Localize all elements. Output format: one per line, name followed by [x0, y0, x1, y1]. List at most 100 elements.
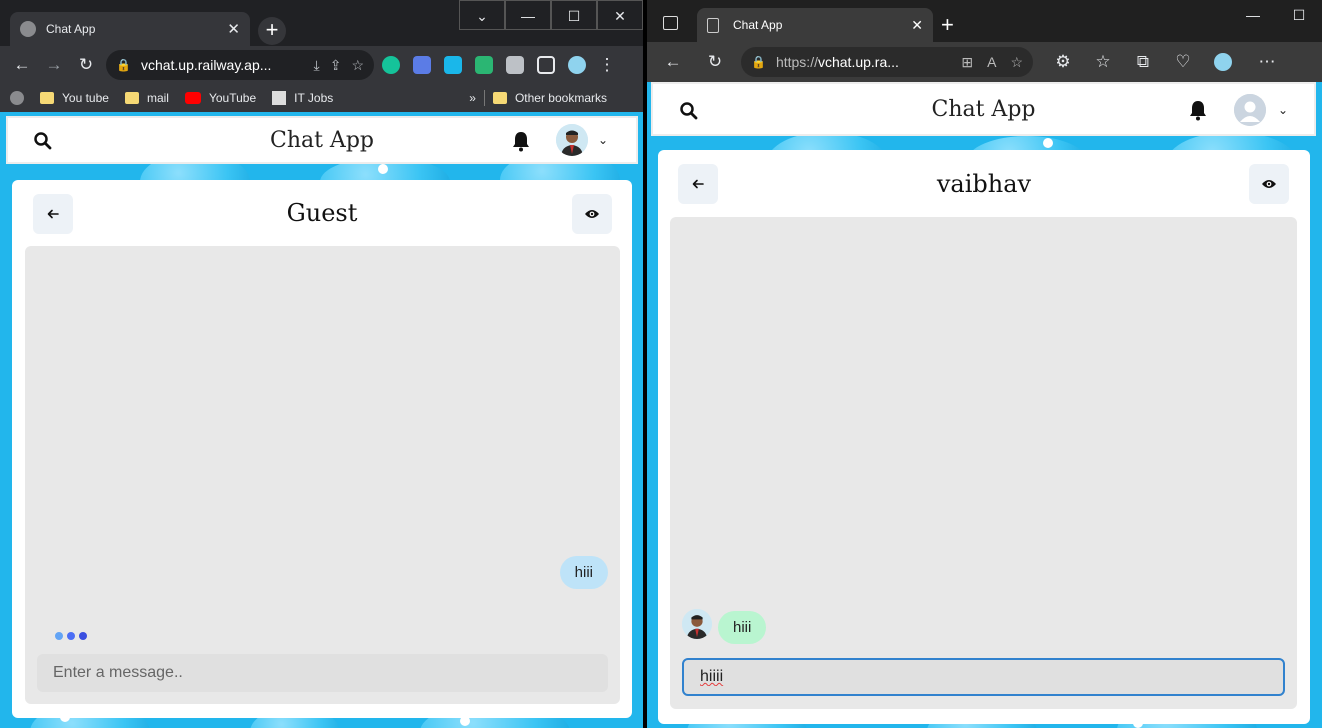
tab-search-button[interactable]: ⌄	[459, 0, 505, 30]
app-title: Chat App	[269, 127, 374, 153]
eye-icon	[1262, 180, 1276, 188]
minimize-button[interactable]: —	[505, 0, 551, 30]
chat-panel: Guest hiii	[12, 180, 632, 718]
menu-icon[interactable]: ⋮	[591, 49, 623, 81]
forward-button[interactable]: →	[38, 49, 70, 81]
back-button[interactable]: ←	[6, 49, 38, 81]
youtube-icon	[184, 92, 201, 104]
default-avatar-icon	[1234, 94, 1266, 126]
maximize-button[interactable]: ☐	[551, 0, 597, 30]
bookmark-it-jobs[interactable]: IT Jobs	[272, 91, 333, 105]
edge-tab-strip: Chat App ✕ + — ☐	[647, 0, 1322, 42]
search-icon[interactable]	[679, 101, 699, 121]
new-tab-button[interactable]: +	[941, 12, 954, 38]
extension-icon[interactable]	[408, 51, 436, 79]
share-icon[interactable]: ⇪	[330, 57, 342, 74]
address-bar[interactable]: 🔒 vchat.up.railway.ap... ⤓ ⇪ ☆	[106, 50, 374, 80]
page-viewport: Chat App ⌄ Guest hiii	[0, 112, 643, 728]
close-tab-icon[interactable]: ✕	[911, 17, 923, 34]
bookmark-youtube[interactable]: YouTube	[184, 91, 256, 105]
recorder-extension-icon[interactable]	[470, 51, 498, 79]
page-icon	[707, 17, 719, 33]
lock-icon: 🔒	[116, 58, 131, 72]
bell-icon[interactable]	[511, 130, 531, 152]
maximize-button[interactable]: ☐	[1276, 0, 1322, 30]
address-url: vchat.up.railway.ap...	[140, 57, 272, 73]
message-area: hiii	[670, 217, 1297, 709]
tab-title: Chat App	[733, 18, 783, 32]
side-panel-icon[interactable]	[532, 51, 560, 79]
more-bookmarks-button[interactable]: »	[469, 91, 476, 105]
favorites-icon[interactable]: ☆	[1087, 46, 1119, 78]
user-avatar[interactable]	[1234, 94, 1266, 126]
globe-icon	[20, 21, 36, 37]
chat-panel: vaibhav hiii	[658, 150, 1310, 724]
eye-icon	[585, 210, 599, 218]
favorite-star-icon[interactable]: ☆	[1010, 54, 1023, 71]
edge-window: Chat App ✕ + — ☐ ← ↻ 🔒 https://vchat.up.…	[647, 0, 1322, 728]
browser-essentials-icon[interactable]: ♡	[1167, 46, 1199, 78]
folder-icon	[492, 92, 507, 104]
extensions-icon[interactable]: ⚙	[1047, 46, 1079, 78]
folder-icon	[40, 92, 54, 104]
bookmark-you-tube[interactable]: You tube	[40, 91, 109, 105]
folder-icon	[124, 92, 139, 104]
it-jobs-icon	[272, 91, 287, 105]
message-input[interactable]	[37, 654, 608, 692]
message-bubble-sent: hiii	[559, 556, 608, 589]
chrome-window: Chat App ✕ + ⌄ — ☐ ✕ ← → ↻ 🔒 vchat.up.ra…	[0, 0, 643, 728]
chat-name: Guest	[286, 199, 358, 227]
bookmarks-bar: You tube mail YouTube IT Jobs » Other bo…	[0, 84, 643, 112]
globe-icon[interactable]	[10, 91, 24, 105]
minimize-button[interactable]: —	[1230, 0, 1276, 30]
sender-avatar	[682, 609, 712, 639]
view-profile-button[interactable]	[572, 194, 612, 234]
close-window-button[interactable]: ✕	[597, 0, 643, 30]
lock-icon: 🔒	[751, 55, 766, 69]
close-tab-icon[interactable]: ✕	[227, 20, 240, 38]
back-button[interactable]: ←	[657, 46, 689, 78]
edge-toolbar: ← ↻ 🔒 https://vchat.up.ra... ⊞ A ☆ ⚙ ☆ ⧉…	[647, 42, 1322, 82]
bookmarks-divider	[483, 90, 485, 106]
reload-button[interactable]: ↻	[70, 49, 102, 81]
puzzle-icon[interactable]	[501, 51, 529, 79]
collections-icon[interactable]: ⧉	[1127, 46, 1159, 78]
settings-menu-icon[interactable]: ⋯	[1251, 46, 1283, 78]
bookmark-other[interactable]: Other bookmarks	[492, 91, 607, 105]
search-icon[interactable]	[33, 131, 53, 151]
reload-button[interactable]: ↻	[699, 46, 731, 78]
read-aloud-icon[interactable]: A	[987, 54, 996, 70]
profile-avatar-icon[interactable]	[563, 51, 591, 79]
app-available-icon[interactable]: ⊞	[961, 54, 973, 71]
address-bar[interactable]: 🔒 https://vchat.up.ra... ⊞ A ☆	[741, 47, 1033, 77]
chevron-down-icon[interactable]: ⌄	[1278, 103, 1288, 117]
app-title: Chat App	[931, 96, 1036, 122]
user-avatar[interactable]	[556, 124, 588, 156]
grammarly-extension-icon[interactable]	[377, 51, 405, 79]
install-icon[interactable]: ⤓	[314, 57, 320, 74]
window-controls: — ☐	[1230, 0, 1322, 30]
chrome-tab[interactable]: Chat App ✕	[10, 12, 250, 46]
window-controls: ⌄ — ☐ ✕	[459, 0, 643, 30]
tab-title: Chat App	[46, 22, 96, 36]
bookmark-mail[interactable]: mail	[124, 91, 169, 105]
chevron-down-icon[interactable]: ⌄	[598, 133, 608, 147]
tab-actions-icon[interactable]	[663, 16, 678, 30]
chrome-toolbar: ← → ↻ 🔒 vchat.up.railway.ap... ⤓ ⇪ ☆ ⋮	[0, 46, 643, 84]
avatar-photo-icon	[682, 609, 712, 639]
message-area: hiii	[25, 246, 620, 704]
chat-name: vaibhav	[936, 170, 1032, 198]
bell-icon[interactable]	[1188, 99, 1208, 121]
app-header: Chat App ⌄	[651, 82, 1316, 136]
page-viewport: Chat App ⌄ vaibhav hiii hiiii	[647, 82, 1322, 728]
vimeo-extension-icon[interactable]	[439, 51, 467, 79]
message-bubble-received: hiii	[718, 611, 767, 644]
chrome-tab-strip: Chat App ✕ + ⌄ — ☐ ✕	[0, 0, 643, 46]
view-profile-button[interactable]	[1249, 164, 1289, 204]
message-input[interactable]	[682, 658, 1285, 696]
new-tab-button[interactable]: +	[258, 17, 286, 45]
address-url: https://vchat.up.ra...	[775, 54, 899, 70]
profile-avatar-icon[interactable]	[1209, 48, 1237, 76]
bookmark-star-icon[interactable]: ☆	[351, 57, 364, 74]
edge-tab[interactable]: Chat App ✕	[697, 8, 933, 42]
